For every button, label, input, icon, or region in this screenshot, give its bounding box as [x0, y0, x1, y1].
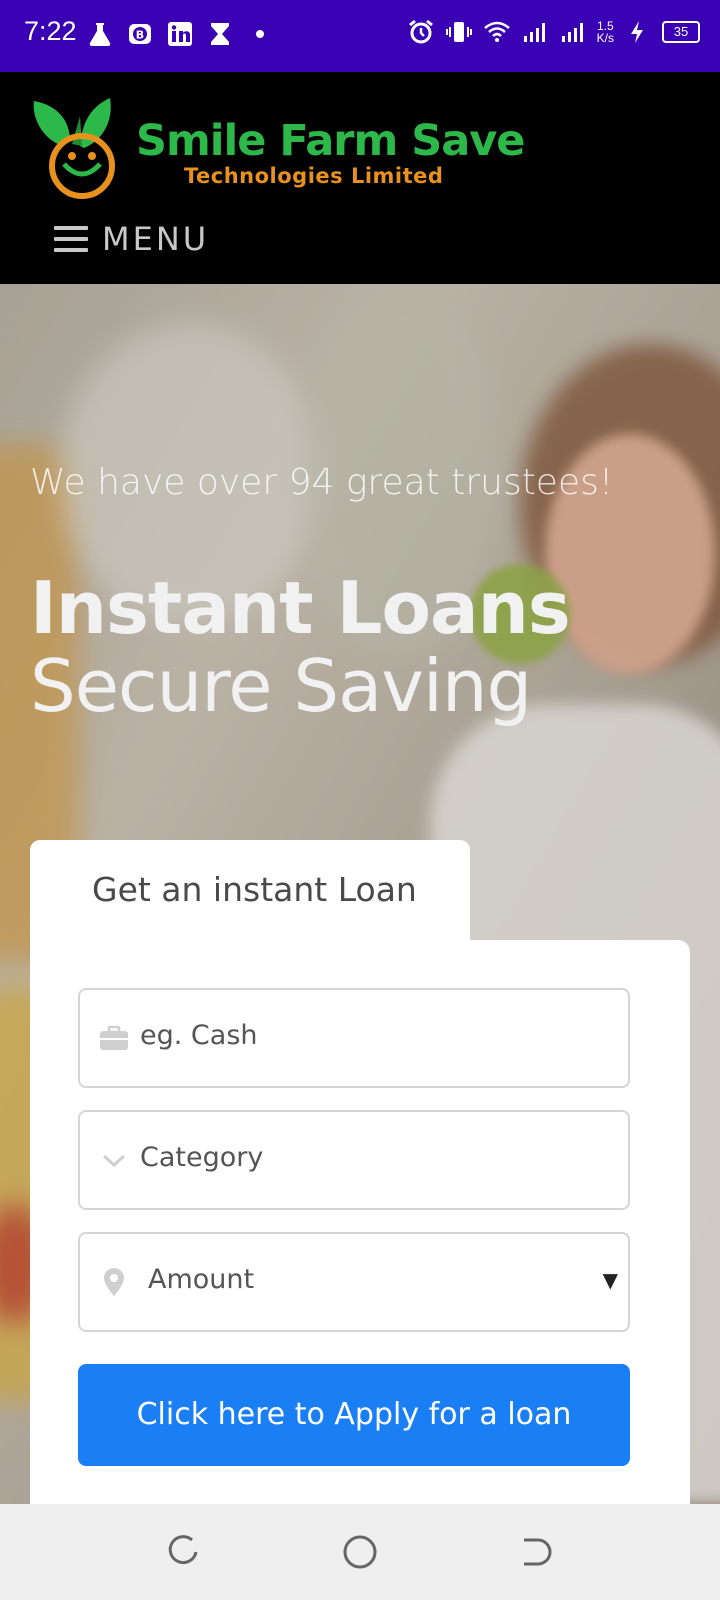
status-time: 7:22 — [24, 16, 77, 46]
headline-bold: Instant Loans — [30, 566, 571, 650]
status-bar: 7:22 B 1.5 K/s 35 — [0, 0, 720, 72]
status-left-icons: B — [86, 20, 274, 48]
logo-icon — [33, 98, 115, 199]
wifi-icon — [483, 21, 510, 42]
site-header: Smile Farm Save Technologies Limited MEN… — [0, 72, 720, 284]
tab-get-loan[interactable]: Get an instant Loan — [30, 840, 470, 940]
apply-loan-button[interactable]: Click here to Apply for a loan — [78, 1364, 630, 1466]
signal-icon — [523, 23, 545, 42]
amount-select[interactable]: Amount ▼ — [78, 1232, 630, 1332]
loan-type-field[interactable]: eg. Cash — [78, 988, 630, 1088]
menu-label: MENU — [102, 220, 210, 258]
category-placeholder: Category — [140, 1142, 264, 1173]
charging-icon — [631, 21, 643, 43]
dot-icon — [256, 30, 264, 38]
menu-button[interactable]: MENU — [54, 220, 209, 258]
battery-indicator: 35 — [662, 21, 700, 43]
back-icon[interactable] — [518, 1534, 554, 1570]
brand-subtitle: Technologies Limited — [184, 164, 444, 188]
briefcase-icon — [100, 1025, 128, 1050]
headline-light: Secure Saving — [30, 644, 532, 728]
hamburger-icon — [54, 224, 88, 254]
hourglass-icon — [211, 23, 229, 45]
brand-name[interactable]: Smile Farm Save — [136, 116, 525, 166]
loan-type-placeholder: eg. Cash — [140, 1020, 258, 1051]
hero-section: We have over 94 great trustees! Instant … — [0, 284, 720, 1504]
alarm-icon — [408, 19, 433, 44]
dropdown-caret-icon: ▼ — [602, 1268, 618, 1292]
system-nav-bar — [0, 1504, 720, 1600]
trustees-tagline: We have over 94 great trustees! — [30, 462, 614, 503]
amount-placeholder: Amount — [148, 1264, 255, 1295]
recents-icon[interactable] — [166, 1534, 202, 1570]
tab-label: Get an instant Loan — [92, 870, 417, 909]
b-badge-icon: B — [129, 24, 151, 44]
svg-text:B: B — [136, 29, 144, 42]
loan-form: eg. Cash Category Amount ▼ Click here to… — [30, 940, 690, 1504]
status-right-icons: 1.5 K/s 35 — [407, 18, 700, 46]
category-select[interactable]: Category — [78, 1110, 630, 1210]
map-pin-icon — [104, 1268, 124, 1296]
network-speed: 1.5 K/s — [597, 20, 614, 44]
chevron-down-icon — [102, 1154, 126, 1168]
linkedin-icon — [168, 22, 192, 46]
vibrate-icon — [445, 22, 472, 42]
flask-icon — [89, 23, 111, 47]
phone-screen: 7:22 B 1.5 K/s 35 Smile Farm Save Techno… — [0, 0, 720, 1600]
home-icon[interactable] — [342, 1534, 378, 1570]
network-speed-unit: K/s — [596, 31, 614, 45]
signal-icon — [561, 23, 583, 42]
